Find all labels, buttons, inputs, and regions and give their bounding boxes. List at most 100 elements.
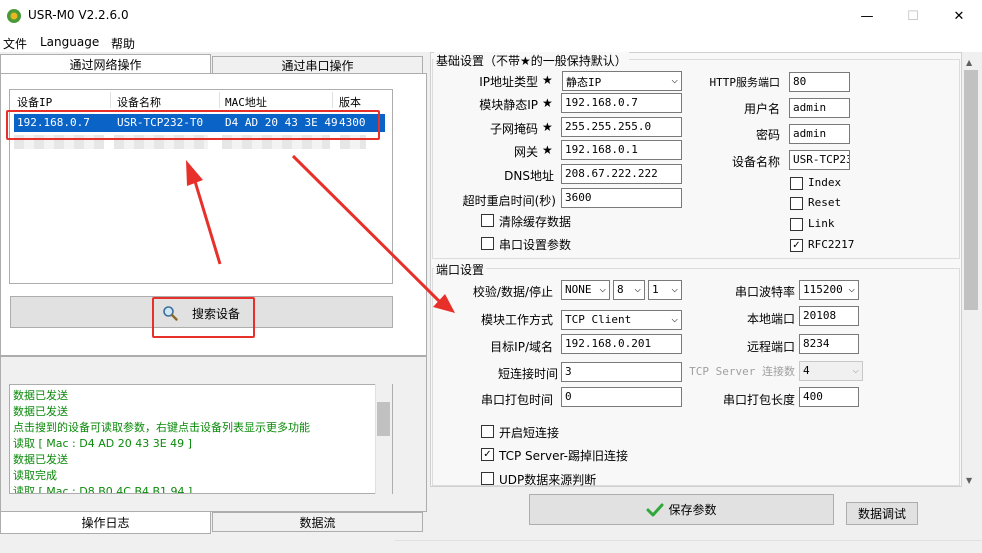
log-line: 读取 [ Mac : D4 AD 20 43 3E 49 ] [13, 437, 192, 450]
kick-old-conn-checkbox[interactable]: ✓ [481, 448, 494, 461]
menu-language[interactable]: Language [40, 35, 99, 49]
baud-select[interactable]: 115200 ⌵ [799, 280, 859, 300]
col-divider [110, 92, 111, 108]
stop-bits-select[interactable]: 1 ⌵ [648, 280, 682, 300]
timeout-label: 超时重启时间(秒) [462, 194, 556, 208]
http-port-label: HTTP服务端口 [709, 76, 781, 89]
link-label: Link [808, 217, 835, 230]
parity-label: 校验/数据/停止 [472, 285, 553, 299]
password-label: 密码 [755, 128, 780, 142]
menu-help[interactable]: 帮助 [111, 35, 135, 52]
work-mode-select[interactable]: TCP Client ⌵ [561, 310, 682, 330]
work-mode-label: 模块工作方式 [480, 313, 553, 327]
ip-type-select[interactable]: 静态IP ⌵ [562, 71, 682, 91]
col-header-name[interactable]: 设备名称 [117, 94, 161, 110]
required-star: ★ [542, 73, 553, 87]
tcp-server-conn-value: 4 [803, 364, 810, 377]
tab-operation-log[interactable]: 操作日志 [0, 512, 211, 534]
work-mode-value: TCP Client [565, 313, 632, 326]
col-header-mac[interactable]: MAC地址 [225, 94, 267, 110]
device-name-label: 设备名称 [731, 155, 780, 169]
index-label: Index [808, 176, 842, 189]
ip-type-value: 静态IP [566, 76, 602, 89]
baud-value: 115200 [803, 283, 843, 296]
port-settings-title: 端口设置 [434, 261, 487, 278]
pack-time-label: 串口打包时间 [480, 393, 553, 407]
local-port-label: 本地端口 [746, 312, 795, 326]
ip-type-label: IP地址类型 [479, 75, 538, 89]
chevron-down-icon: ⌵ [634, 282, 641, 295]
local-port-field[interactable]: 20108 [799, 306, 859, 326]
static-ip-label: 模块静态IP [479, 98, 538, 112]
tab-data-stream[interactable]: 数据流 [212, 512, 423, 532]
tcp-server-conn-label: TCP Server 连接数 [689, 365, 795, 378]
subnet-mask-field[interactable]: 255.255.255.0 [561, 117, 682, 137]
target-label: 目标IP/域名 [490, 340, 553, 354]
required-star: ★ [542, 96, 553, 110]
baud-label: 串口波特率 [734, 285, 795, 299]
scroll-down-icon[interactable]: ▼ [966, 476, 972, 485]
static-ip-field[interactable]: 192.168.0.7 [561, 93, 682, 113]
annotation-highlight-button [152, 297, 255, 338]
scroll-up-icon[interactable]: ▲ [966, 58, 972, 67]
log-output[interactable]: 数据已发送 数据已发送 点击搜到的设备可读取参数，右键点击设备列表显示更多功能 … [9, 384, 393, 494]
http-port-field[interactable]: 80 [789, 72, 850, 92]
settings-scrollbar-thumb[interactable] [964, 70, 978, 310]
password-field[interactable]: admin [789, 124, 850, 144]
remote-port-field[interactable]: 8234 [799, 334, 859, 354]
save-params-label: 保存参数 [668, 503, 717, 517]
menu-file[interactable]: 文件 [3, 35, 27, 52]
required-star: ★ [542, 120, 553, 134]
clear-cache-label: 清除缓存数据 [499, 215, 572, 229]
pack-length-field[interactable]: 400 [799, 387, 859, 407]
serial-params-checkbox[interactable] [481, 237, 494, 250]
tab-network[interactable]: 通过网络操作 [0, 54, 211, 74]
parity-select[interactable]: NONE ⌵ [561, 280, 610, 300]
required-star: ★ [542, 143, 553, 157]
reset-checkbox[interactable] [790, 197, 803, 210]
target-field[interactable]: 192.168.0.201 [561, 334, 682, 354]
gateway-field[interactable]: 192.168.0.1 [561, 140, 682, 160]
close-button[interactable]: ✕ [936, 0, 982, 32]
log-line: 数据已发送 [13, 405, 68, 418]
data-bits-select[interactable]: 8 ⌵ [613, 280, 645, 300]
short-conn-checkbox[interactable] [481, 425, 494, 438]
app-logo-icon [7, 9, 21, 23]
subnet-mask-label: 子网掩码 [489, 122, 538, 136]
save-params-button[interactable]: 保存参数 [529, 494, 834, 525]
chevron-down-icon: ⌵ [848, 282, 855, 295]
short-conn-time-label: 短连接时间 [497, 367, 558, 381]
rfc2217-checkbox[interactable]: ✓ [790, 239, 803, 252]
parity-value: NONE [565, 283, 592, 296]
col-header-version[interactable]: 版本 [339, 94, 361, 110]
clear-cache-checkbox[interactable] [481, 214, 494, 227]
short-conn-time-field[interactable]: 3 [561, 362, 682, 382]
title-bar [0, 0, 982, 32]
chevron-down-icon: ⌵ [671, 282, 678, 295]
username-label: 用户名 [743, 102, 780, 116]
checkmark-icon [646, 503, 664, 516]
username-field[interactable]: admin [789, 98, 850, 118]
pack-time-field[interactable]: 0 [561, 387, 682, 407]
log-scrollbar[interactable] [375, 384, 392, 494]
chevron-down-icon: ⌵ [599, 282, 606, 295]
status-strip [395, 540, 982, 553]
app-window: USR-M0 V2.2.6.0 — ☐ ✕ 文件 Language 帮助 通过网… [0, 0, 982, 553]
log-line: 数据已发送 [13, 389, 68, 402]
tab-serial[interactable]: 通过串口操作 [212, 56, 423, 74]
link-checkbox[interactable] [790, 218, 803, 231]
log-scrollbar-thumb[interactable] [377, 402, 390, 436]
log-line: 点击搜到的设备可读取参数，右键点击设备列表显示更多功能 [13, 421, 310, 434]
data-debug-button[interactable]: 数据调试 [846, 502, 918, 525]
device-name-field[interactable]: USR-TCP23 [789, 150, 850, 170]
maximize-button[interactable]: ☐ [890, 0, 936, 32]
col-header-ip[interactable]: 设备IP [17, 94, 52, 110]
udp-source-checkbox[interactable] [481, 472, 494, 485]
minimize-button[interactable]: — [844, 0, 890, 32]
timeout-field[interactable]: 3600 [561, 188, 682, 208]
tcp-server-conn-select[interactable]: 4 ⌵ [799, 361, 863, 381]
index-checkbox[interactable] [790, 177, 803, 190]
data-bits-value: 8 [617, 283, 624, 296]
dns-field[interactable]: 208.67.222.222 [561, 164, 682, 184]
dns-label: DNS地址 [504, 169, 554, 183]
